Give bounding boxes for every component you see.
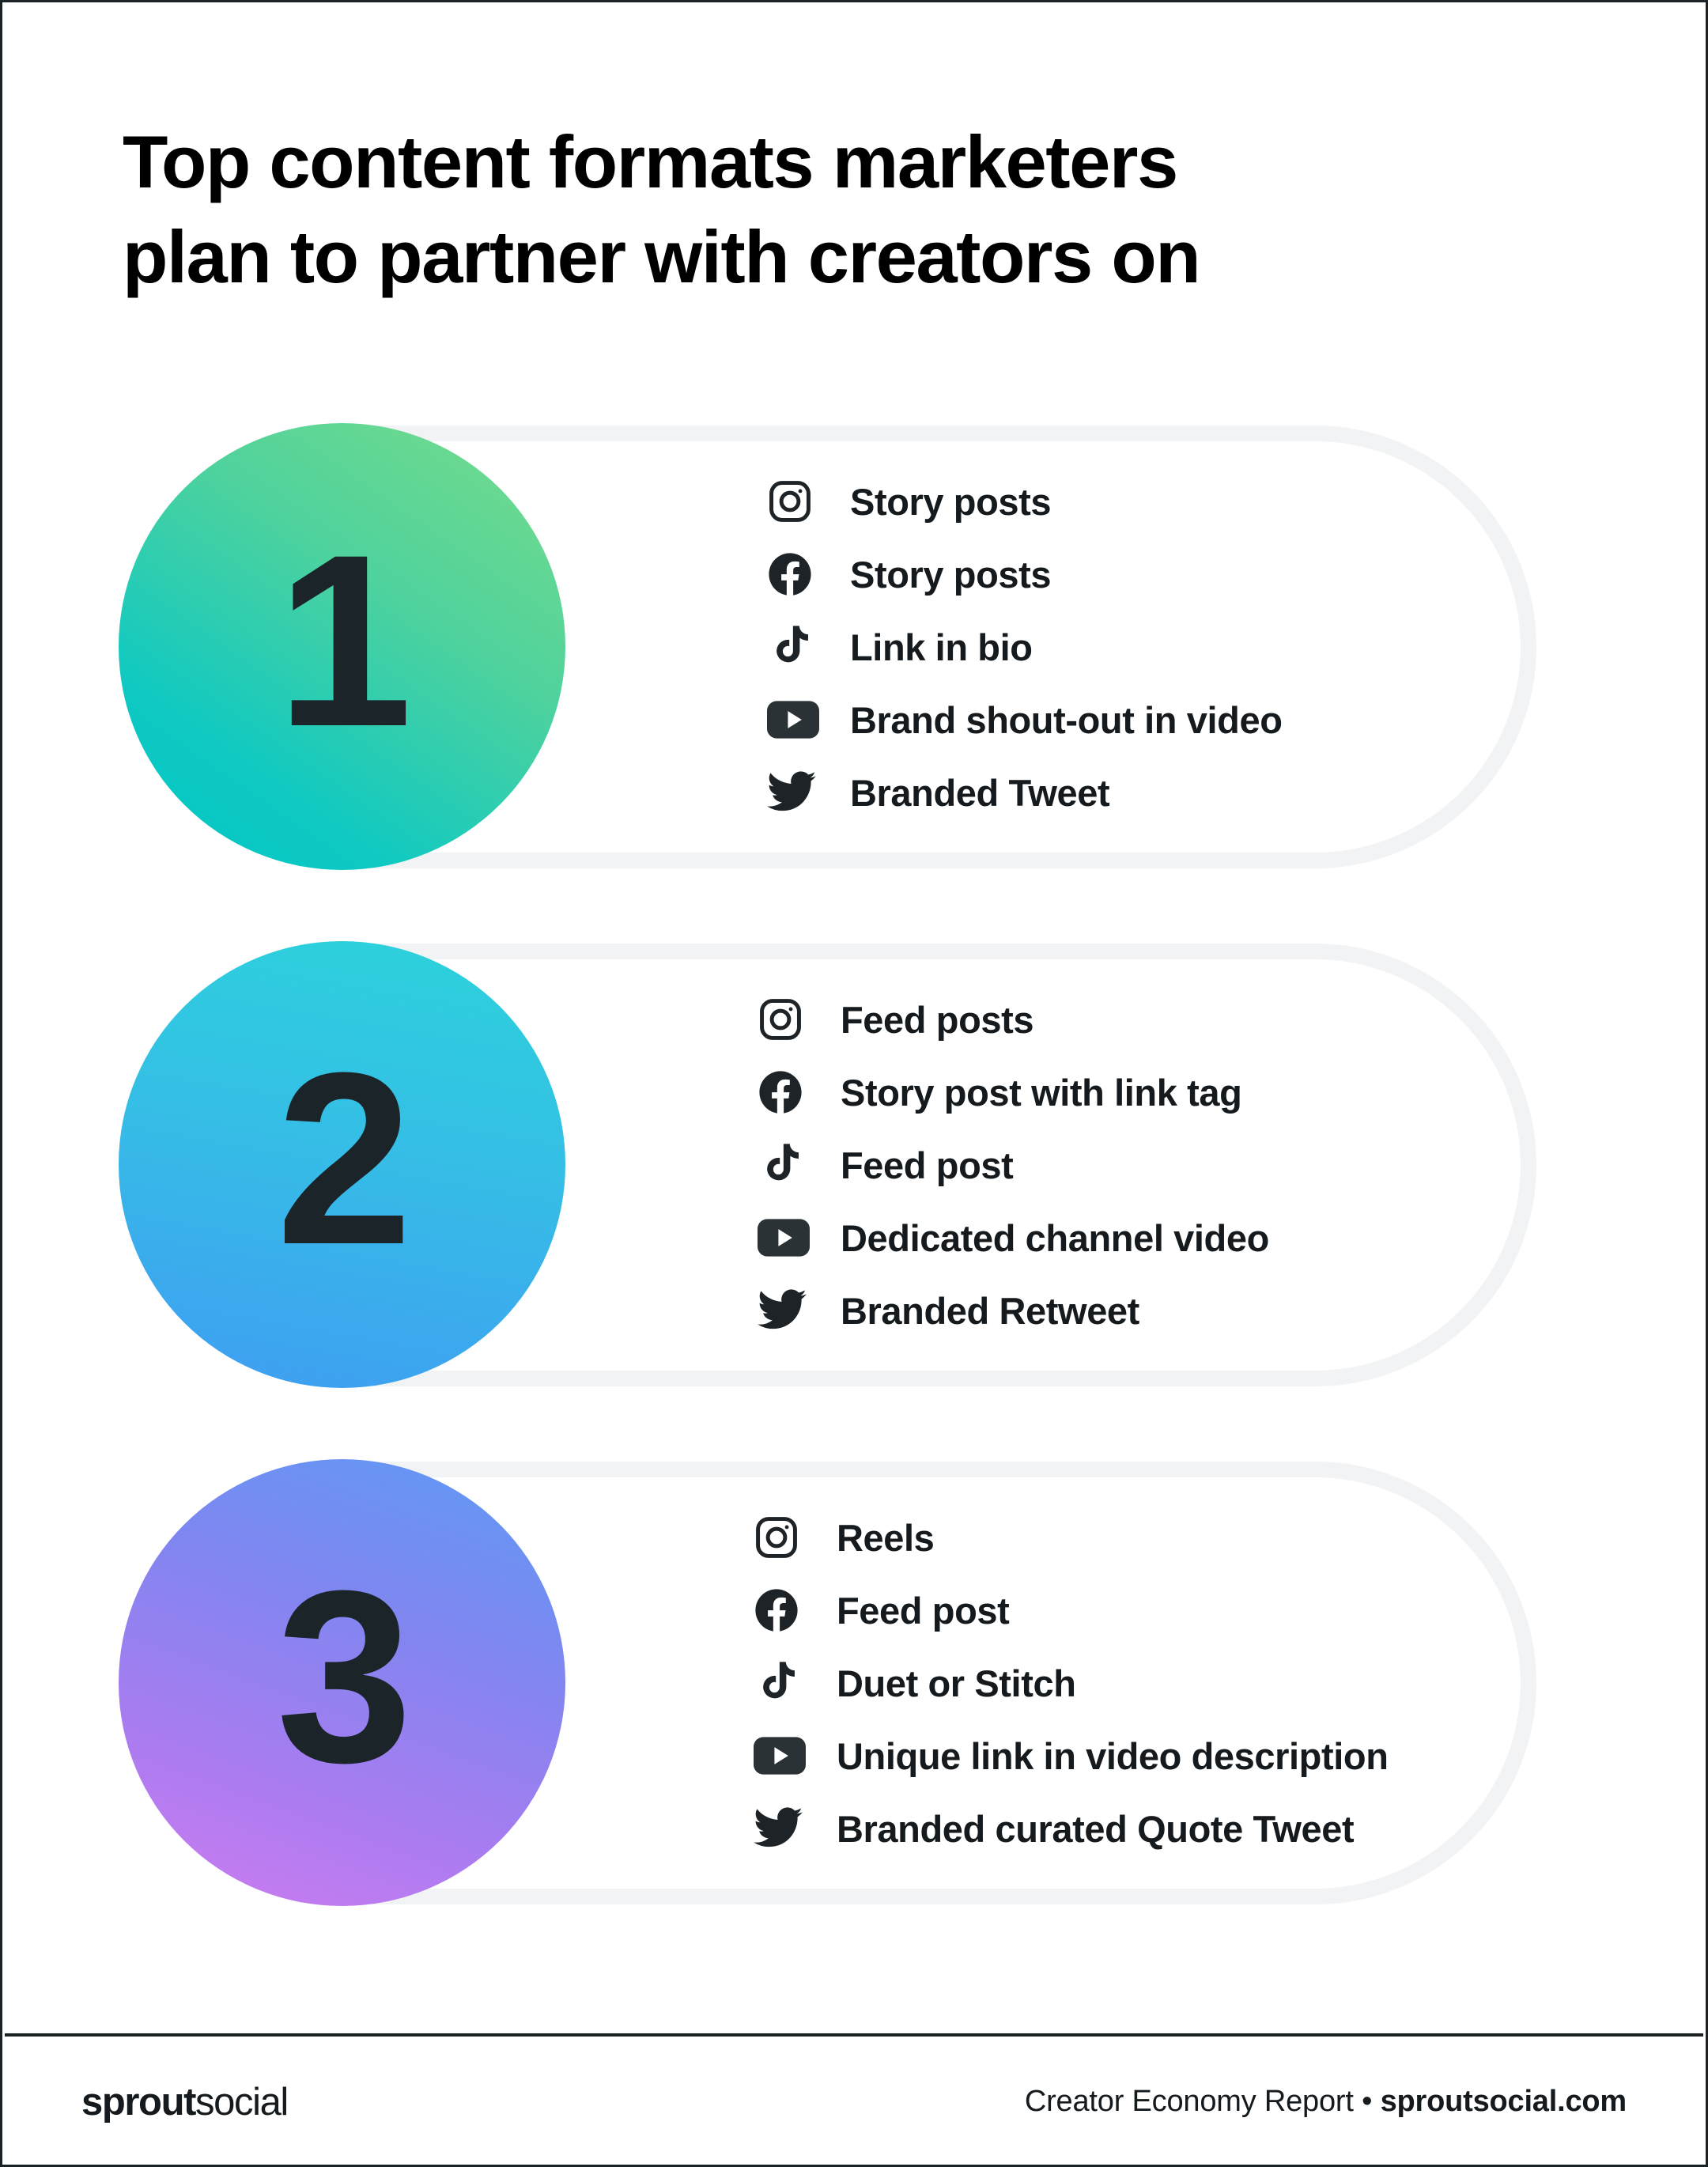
format-label: Feed post <box>837 1589 1010 1632</box>
twitter-icon <box>754 1807 837 1850</box>
tiktok-icon <box>767 624 850 670</box>
list-item: Branded curated Quote Tweet <box>754 1792 1389 1865</box>
instagram-icon <box>754 1515 837 1560</box>
format-label: Branded curated Quote Tweet <box>837 1807 1355 1850</box>
youtube-icon <box>758 1218 841 1257</box>
rank-number: 3 <box>276 1538 412 1813</box>
instagram-icon <box>767 478 850 524</box>
format-label: Dedicated channel video <box>841 1216 1269 1259</box>
instagram-icon <box>758 997 841 1042</box>
youtube-icon <box>754 1736 837 1776</box>
list-item: Feed post <box>754 1574 1389 1647</box>
facebook-icon <box>767 551 850 597</box>
list-item: Brand shout-out in video <box>767 683 1283 756</box>
list-item: Dedicated channel video <box>758 1201 1269 1274</box>
tiktok-icon <box>758 1142 841 1188</box>
website-url[interactable]: sproutsocial.com <box>1381 2085 1627 2118</box>
youtube-icon <box>767 700 850 739</box>
footer: sproutsocial Creator Economy Report • sp… <box>2 2037 1706 2165</box>
facebook-icon <box>754 1587 837 1633</box>
rank-number: 1 <box>276 502 412 777</box>
sprout-social-logo: sproutsocial <box>81 2080 289 2124</box>
format-list-1: Story posts Story posts Link in bio Bran… <box>767 425 1283 868</box>
format-label: Duet or Stitch <box>837 1662 1076 1704</box>
page-title: Top content formats marketers plan to pa… <box>123 120 1201 299</box>
facebook-icon <box>758 1069 841 1115</box>
list-item: Branded Tweet <box>767 756 1283 829</box>
format-list-2: Feed posts Story post with link tag Feed… <box>758 944 1269 1386</box>
rank-card-1: 1 Story posts Story posts Link in bio Br… <box>119 423 1536 870</box>
rank-number: 2 <box>276 1020 412 1295</box>
logo-bold-part: sprout <box>81 2080 196 2124</box>
list-item: Branded Retweet <box>758 1274 1269 1347</box>
format-label: Reels <box>837 1516 935 1559</box>
rank-circle-3: 3 <box>119 1459 565 1906</box>
list-item: Story posts <box>767 465 1283 538</box>
rank-card-2: 2 Feed posts Story post with link tag Fe… <box>119 941 1536 1388</box>
format-label: Unique link in video description <box>837 1734 1389 1777</box>
footer-attribution: Creator Economy Report • sproutsocial.co… <box>1025 2085 1627 2119</box>
list-item: Reels <box>754 1501 1389 1574</box>
rank-card-3: 3 Reels Feed post Duet or Stitch Unique … <box>119 1459 1536 1906</box>
format-label: Story posts <box>850 480 1052 523</box>
list-item: Link in bio <box>767 611 1283 683</box>
list-item: Unique link in video description <box>754 1719 1389 1792</box>
list-item: Story post with link tag <box>758 1056 1269 1129</box>
logo-light-part: social <box>195 2080 289 2124</box>
rank-circle-2: 2 <box>119 941 565 1388</box>
format-label: Feed post <box>841 1144 1014 1186</box>
format-label: Link in bio <box>850 626 1033 668</box>
tiktok-icon <box>754 1660 837 1706</box>
twitter-icon <box>767 771 850 814</box>
list-item: Duet or Stitch <box>754 1647 1389 1719</box>
format-label: Branded Tweet <box>850 771 1110 814</box>
list-item: Feed posts <box>758 983 1269 1056</box>
format-list-3: Reels Feed post Duet or Stitch Unique li… <box>754 1462 1389 1904</box>
list-item: Story posts <box>767 538 1283 611</box>
format-label: Story post with link tag <box>841 1071 1242 1114</box>
format-label: Story posts <box>850 553 1052 596</box>
report-name: Creator Economy Report • <box>1024 2085 1381 2118</box>
format-label: Feed posts <box>841 998 1034 1041</box>
infographic-page: Top content formats marketers plan to pa… <box>0 0 1708 2167</box>
rank-circle-1: 1 <box>119 423 565 870</box>
format-label: Brand shout-out in video <box>850 698 1283 741</box>
twitter-icon <box>758 1289 841 1332</box>
list-item: Feed post <box>758 1129 1269 1201</box>
format-label: Branded Retweet <box>841 1289 1139 1332</box>
